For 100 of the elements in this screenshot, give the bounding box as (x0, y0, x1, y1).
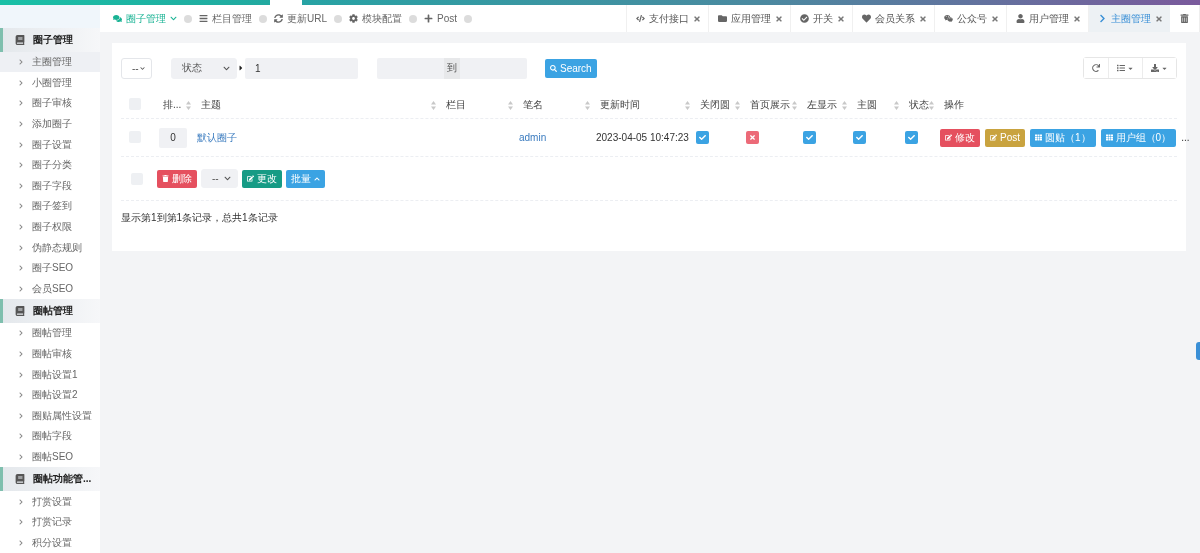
edit-icon (990, 134, 997, 141)
chevron-right-icon (18, 162, 24, 169)
sort-icon (792, 100, 797, 110)
action-button[interactable]: 修改 (940, 128, 980, 147)
chevron-right-icon (18, 454, 24, 460)
nav-item[interactable]: Post (424, 13, 458, 24)
check-icon (856, 134, 863, 141)
column-header[interactable]: 左显示 (803, 98, 853, 112)
chevron-right-icon (18, 330, 24, 337)
sidebar-item[interactable]: 主圈管理 (0, 51, 100, 73)
settings-icon (349, 14, 358, 23)
author-link[interactable]: admin (519, 132, 596, 143)
column-header[interactable]: 状态 (905, 98, 940, 112)
check-toggle[interactable] (803, 131, 816, 144)
export-button[interactable] (1142, 58, 1176, 78)
book-icon (15, 34, 25, 45)
title-link[interactable]: 默认圈子 (197, 130, 442, 145)
sidebar-group-header[interactable]: 圈帖功能管... (0, 467, 100, 492)
check-icon (908, 134, 915, 141)
close-icon[interactable] (693, 14, 701, 23)
chevron-right-icon (18, 59, 24, 66)
chevron-right-icon (18, 498, 24, 505)
field-select[interactable]: 状态 (171, 57, 237, 79)
sort-icon (842, 100, 847, 110)
delete-button[interactable]: 删除 (157, 169, 197, 188)
sort-icon (186, 100, 191, 110)
chevron-right-icon (18, 392, 24, 399)
chevron-right-icon (18, 79, 24, 86)
value-field[interactable]: 1 (245, 57, 358, 79)
sort-icon (929, 100, 934, 110)
summary-text: 显示第1到第1条记录，总共1条记录 (121, 211, 279, 225)
heart-icon (862, 14, 871, 23)
column-header[interactable]: 关闭圆 (696, 98, 746, 112)
sidebar-group-header[interactable]: 圈帖管理 (0, 299, 100, 324)
list-icon (1117, 64, 1125, 72)
chevron-right-icon (18, 519, 24, 526)
dot-icon (464, 14, 473, 23)
chevron-down-icon (170, 15, 177, 22)
plus-icon (424, 14, 433, 23)
close-icon[interactable] (991, 14, 999, 23)
dot-icon (184, 14, 192, 23)
column-header[interactable]: 首页展示 (746, 98, 803, 112)
chevron-right-icon (18, 412, 24, 419)
check-toggle[interactable] (905, 131, 918, 144)
more-text[interactable]: ... (1181, 132, 1190, 143)
trash-icon (1180, 14, 1189, 23)
dot-icon (409, 14, 417, 23)
chevron-right-icon (18, 203, 24, 210)
nav-item[interactable]: 模块配置 (349, 11, 402, 26)
chevron-right-icon (18, 244, 24, 251)
close-icon[interactable] (1073, 14, 1081, 23)
order-field[interactable]: 0 (159, 127, 187, 148)
refresh-icon (1092, 64, 1100, 72)
chevron-right-icon (18, 350, 24, 357)
column-header[interactable]: 排... (159, 98, 197, 112)
chevron-right-icon (18, 371, 24, 378)
check-icon (806, 134, 813, 141)
sort-icon (585, 100, 590, 110)
sort-icon (431, 100, 436, 110)
cross-icon (749, 134, 756, 141)
nav-item[interactable]: 栏目管理 (199, 11, 252, 26)
check-toggle[interactable] (696, 131, 709, 144)
download-icon (1151, 64, 1159, 72)
chat-bubbles-icon (944, 14, 953, 23)
tab[interactable]: 主圈管理 (1088, 5, 1170, 32)
dot-icon (334, 14, 342, 23)
sidebar-group-header[interactable]: 圈子管理 (0, 27, 100, 52)
edit-icon (945, 134, 952, 141)
check-toggle[interactable] (853, 131, 866, 144)
chevron-right-icon (18, 285, 24, 292)
close-icon[interactable] (919, 14, 927, 23)
cross-toggle[interactable] (746, 131, 759, 144)
batch-select[interactable]: -- (201, 169, 238, 188)
column-header[interactable]: 更新时间 (596, 98, 696, 112)
side-handle[interactable] (1196, 342, 1200, 360)
filter-select[interactable]: -- (121, 57, 152, 79)
range-field[interactable]: 到 (377, 57, 527, 79)
refresh-icon (274, 14, 283, 23)
close-icon[interactable] (837, 14, 845, 23)
nav-item[interactable]: 更新URL (274, 11, 327, 26)
chevron-up-icon (314, 175, 320, 182)
chevron-right-icon (1098, 14, 1107, 23)
close-icon[interactable] (1155, 14, 1163, 23)
sort-icon (894, 100, 899, 110)
column-header[interactable]: 笔名 (519, 98, 596, 112)
chevron-right-icon (18, 539, 24, 546)
column-header[interactable]: 操作 (940, 98, 1160, 112)
column-header[interactable]: 栏目 (442, 98, 519, 112)
change-button[interactable]: 更改 (242, 169, 282, 188)
column-header[interactable]: 主题 (197, 98, 442, 112)
dot-icon (259, 14, 267, 23)
chevron-right-icon (18, 141, 24, 148)
chevron-right-icon (18, 433, 24, 440)
close-icon[interactable] (775, 14, 783, 23)
grid-icon (1105, 134, 1113, 141)
column-header[interactable]: 主圆 (853, 98, 905, 112)
chevron-right-icon (18, 100, 24, 107)
comments-icon (113, 14, 122, 23)
sort-icon (508, 100, 513, 110)
folder-icon (718, 14, 727, 23)
